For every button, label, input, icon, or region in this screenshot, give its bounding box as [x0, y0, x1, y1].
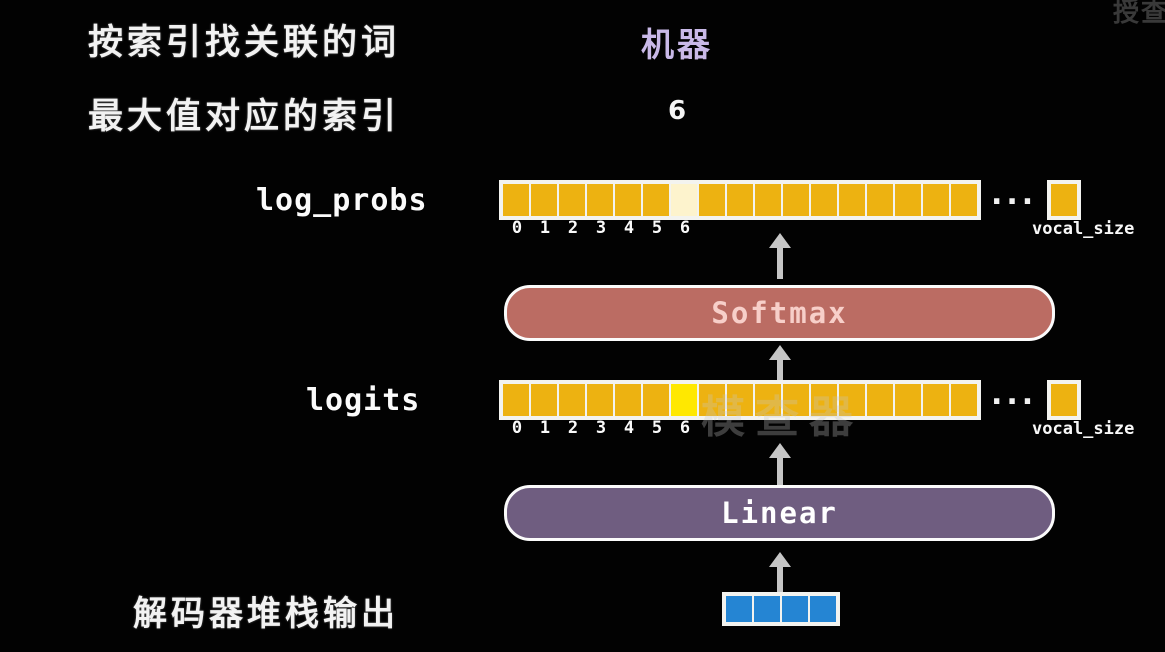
vector-cell — [503, 384, 529, 416]
vector-cell — [811, 184, 837, 216]
logits-label: logits — [306, 383, 421, 418]
vector-cell — [559, 384, 585, 416]
logits-vocab-size-caption: vocal_size — [1032, 419, 1135, 439]
arrow-shaft — [777, 247, 783, 279]
vector-cell — [923, 384, 949, 416]
vector-cell-last — [1051, 184, 1078, 216]
linear-block[interactable]: Linear — [504, 485, 1055, 541]
vector-cell — [643, 384, 669, 416]
vector-cell — [783, 384, 809, 416]
vector-cell — [615, 384, 641, 416]
vector-cell — [531, 384, 557, 416]
predicted-word-value: 机器 — [641, 25, 713, 64]
log-probs-ellipsis: ... — [991, 177, 1038, 212]
index-tick: 2 — [567, 218, 579, 238]
index-tick: 0 — [511, 218, 523, 238]
index-tick: 6 — [679, 418, 691, 438]
vector-cell — [839, 184, 865, 216]
vector-cell — [895, 384, 921, 416]
vector-cell — [783, 184, 809, 216]
index-tick: 1 — [539, 418, 551, 438]
vector-cell-last — [1051, 384, 1078, 416]
index-tick: 3 — [595, 218, 607, 238]
vector-cell — [951, 384, 977, 416]
log-probs-tail-cell-strip — [1047, 180, 1082, 220]
index-tick: 2 — [567, 418, 579, 438]
logits-cell-strip — [499, 380, 981, 420]
index-tick: 3 — [595, 418, 607, 438]
decoder-output-vector — [722, 592, 840, 626]
vector-cell — [587, 384, 613, 416]
index-tick: 5 — [651, 218, 663, 238]
log-probs-label: log_probs — [256, 183, 428, 218]
log-probs-vocab-size-caption: vocal_size — [1032, 219, 1135, 239]
vector-cell — [587, 184, 613, 216]
index-tick: 4 — [623, 418, 635, 438]
logits-tail-cell-strip — [1047, 380, 1082, 420]
index-tick: 6 — [679, 218, 691, 238]
index-tick: 1 — [539, 218, 551, 238]
arrow-linear-to-logits-icon — [765, 443, 795, 491]
vector-cell — [531, 184, 557, 216]
log-probs-cell-strip — [499, 180, 981, 220]
arrow-head — [769, 345, 791, 360]
arrow-softmax-to-log-probs-icon — [765, 233, 795, 279]
logits-index-ticks: 0 1 2 3 4 5 6 — [503, 418, 699, 438]
arrow-head — [769, 552, 791, 567]
arrow-head — [769, 233, 791, 248]
log-probs-vector: ... — [499, 177, 1082, 220]
index-tick: 4 — [623, 218, 635, 238]
arrow-decoder-output-to-linear-icon — [765, 552, 795, 596]
vector-cell — [867, 384, 893, 416]
vector-cell — [559, 184, 585, 216]
vector-cell — [754, 596, 780, 622]
vector-cell — [699, 184, 725, 216]
vector-cell — [726, 596, 752, 622]
vector-cell — [839, 384, 865, 416]
argmax-index-label: 最大值对应的索引 — [88, 97, 401, 137]
vector-cell-highlight — [671, 384, 697, 416]
log-probs-index-ticks: 0 1 2 3 4 5 6 — [503, 218, 699, 238]
decoder-output-cell-strip — [722, 592, 840, 626]
vector-cell — [699, 384, 725, 416]
vector-cell — [811, 384, 837, 416]
decoder-stack-output-label: 解码器堆栈输出 — [133, 594, 399, 634]
vector-cell — [727, 184, 753, 216]
lookup-word-by-index-label: 按索引找关联的词 — [88, 23, 401, 63]
vector-cell-highlight — [671, 184, 697, 216]
vector-cell — [923, 184, 949, 216]
vector-cell — [867, 184, 893, 216]
vector-cell — [951, 184, 977, 216]
arrow-head — [769, 443, 791, 458]
logits-ellipsis: ... — [991, 377, 1038, 412]
predicted-index-value: 6 — [668, 96, 687, 126]
vector-cell — [643, 184, 669, 216]
corner-watermark: 授查 — [1112, 0, 1165, 28]
vector-cell — [782, 596, 808, 622]
vector-cell — [895, 184, 921, 216]
vector-cell — [810, 596, 836, 622]
softmax-block[interactable]: Softmax — [504, 285, 1055, 341]
logits-vector: ... — [499, 377, 1082, 420]
index-tick: 0 — [511, 418, 523, 438]
vector-cell — [615, 184, 641, 216]
index-tick: 5 — [651, 418, 663, 438]
vector-cell — [503, 184, 529, 216]
vector-cell — [755, 184, 781, 216]
vector-cell — [727, 384, 753, 416]
vector-cell — [755, 384, 781, 416]
